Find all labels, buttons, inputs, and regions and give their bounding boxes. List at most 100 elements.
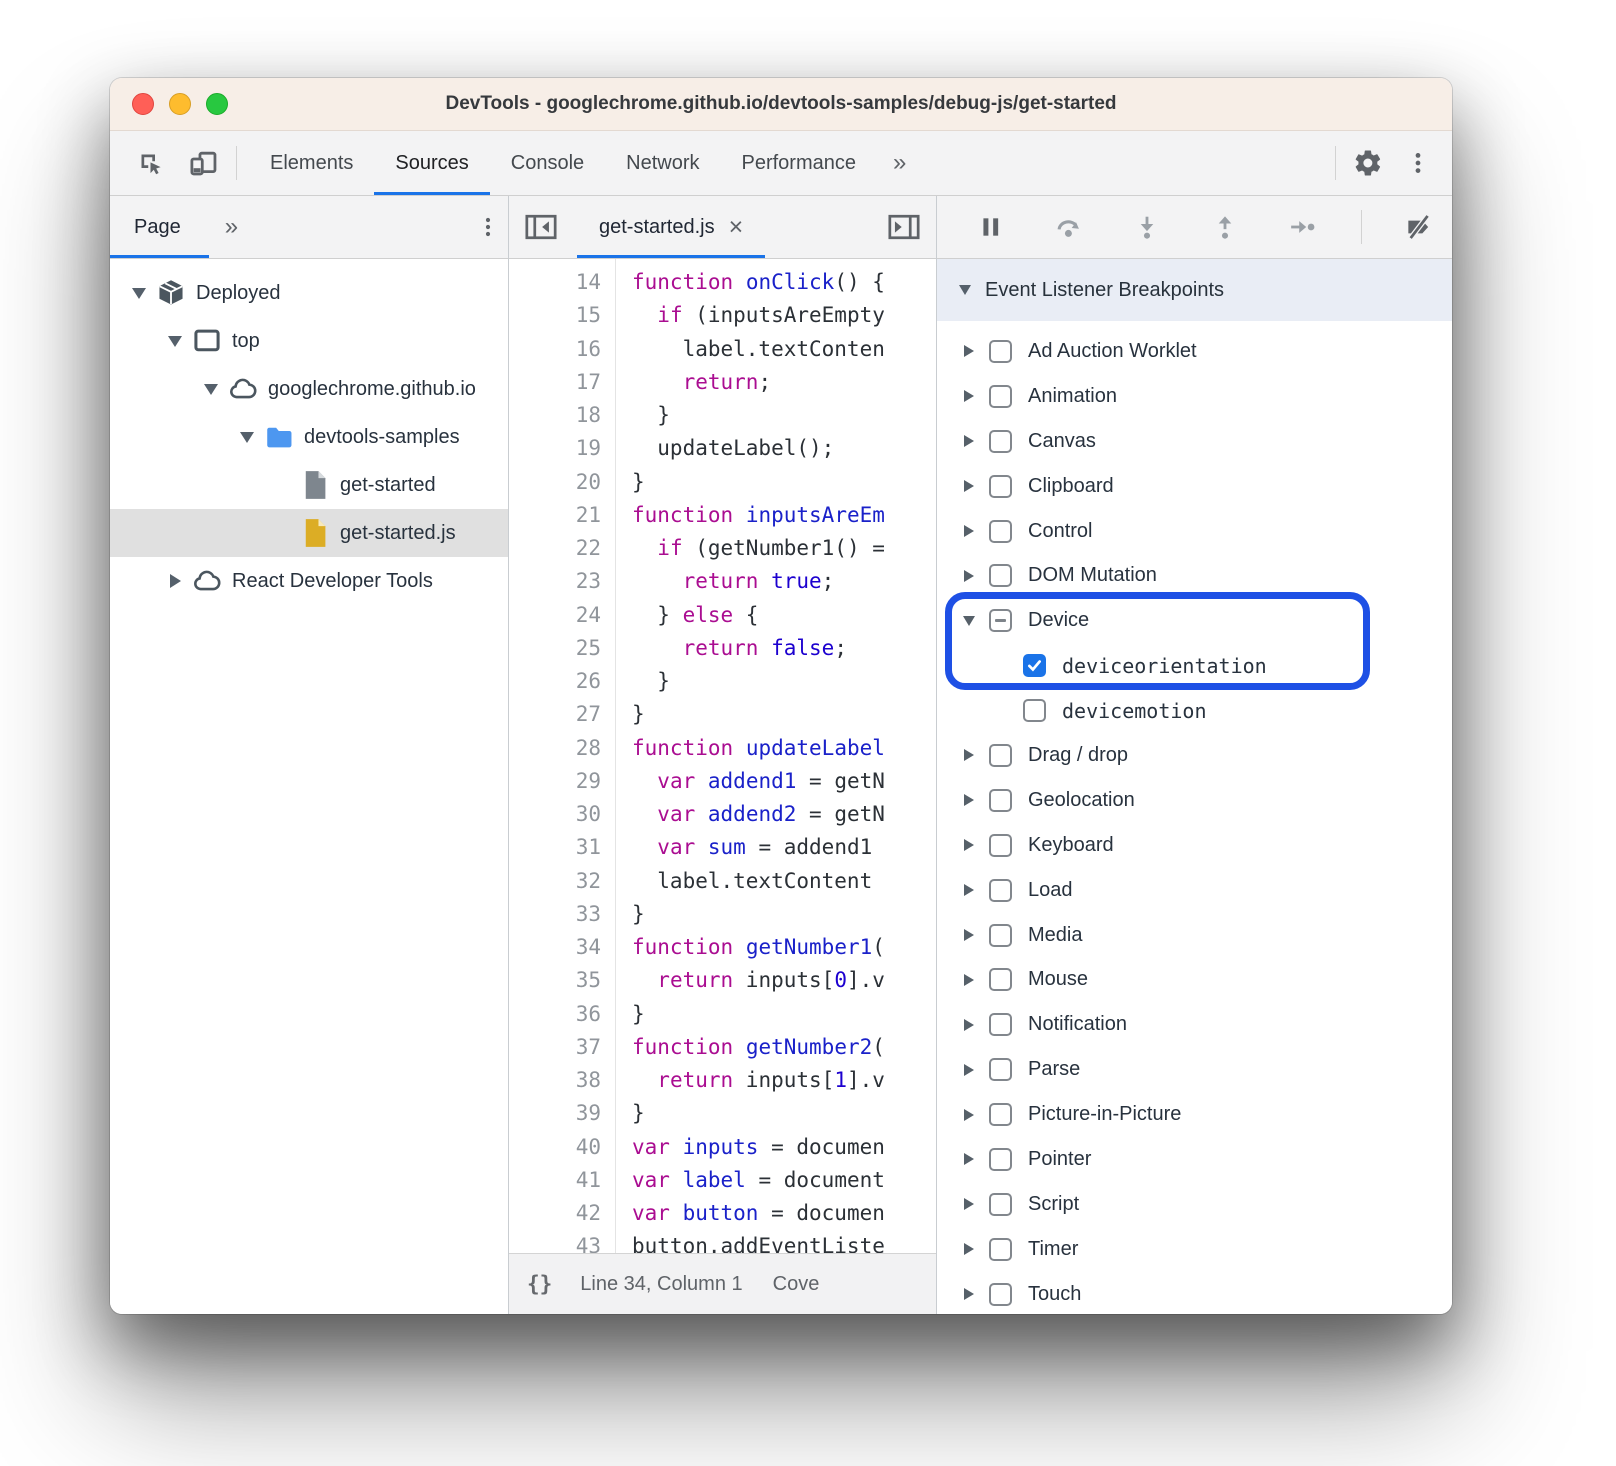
tab-performance[interactable]: Performance — [721, 131, 878, 195]
line-number[interactable]: 34 — [509, 931, 601, 964]
zoom-window-button[interactable] — [206, 93, 228, 115]
tab-console[interactable]: Console — [490, 131, 605, 195]
breakpoint-row-mouse[interactable]: Mouse — [937, 957, 1452, 1002]
checkbox-unchecked[interactable] — [989, 1103, 1012, 1126]
checkbox-unchecked[interactable] — [989, 385, 1012, 408]
breakpoint-row-geolocation[interactable]: Geolocation — [937, 778, 1452, 823]
checkbox-unchecked[interactable] — [989, 1148, 1012, 1171]
line-number-gutter[interactable]: 1415161718192021222324252627282930313233… — [509, 259, 616, 1314]
chevron-down-icon[interactable] — [234, 432, 260, 443]
breakpoint-row-ad-auction-worklet[interactable]: Ad Auction Worklet — [937, 329, 1452, 374]
collapse-section-icon[interactable] — [959, 285, 971, 295]
breakpoint-row-parse[interactable]: Parse — [937, 1047, 1452, 1092]
more-options-icon[interactable] — [1398, 143, 1438, 183]
line-number[interactable]: 17 — [509, 366, 601, 399]
settings-gear-icon[interactable] — [1348, 143, 1388, 183]
chevron-right-icon[interactable] — [957, 1019, 981, 1031]
inspect-icon[interactable] — [130, 143, 170, 183]
pretty-print-button[interactable]: {} — [527, 1272, 552, 1296]
breakpoint-row-drag-drop[interactable]: Drag / drop — [937, 733, 1452, 778]
line-number[interactable]: 32 — [509, 865, 601, 898]
line-number[interactable]: 20 — [509, 466, 601, 499]
checkbox-unchecked[interactable] — [989, 340, 1012, 363]
line-number[interactable]: 25 — [509, 632, 601, 665]
breakpoint-row-pointer[interactable]: Pointer — [937, 1137, 1452, 1182]
pause-icon[interactable] — [971, 207, 1011, 247]
checkbox-unchecked[interactable] — [1023, 699, 1046, 722]
checkbox-unchecked[interactable] — [989, 968, 1012, 991]
navigator-more-tabs-button[interactable]: » — [209, 213, 254, 241]
kebab-menu-icon[interactable] — [468, 207, 508, 247]
breakpoint-row-control[interactable]: Control — [937, 509, 1452, 554]
checkbox-unchecked[interactable] — [989, 475, 1012, 498]
tree-item-get-started-js[interactable]: get-started.js — [110, 509, 508, 557]
checkbox-unchecked[interactable] — [989, 1238, 1012, 1261]
line-number[interactable]: 40 — [509, 1131, 601, 1164]
breakpoint-row-script[interactable]: Script — [937, 1182, 1452, 1227]
line-number[interactable]: 33 — [509, 898, 601, 931]
breakpoint-row-touch[interactable]: Touch — [937, 1272, 1452, 1314]
checkbox-unchecked[interactable] — [989, 1283, 1012, 1306]
chevron-right-icon[interactable] — [957, 570, 981, 582]
tree-item-get-started[interactable]: get-started — [110, 461, 508, 509]
line-number[interactable]: 28 — [509, 732, 601, 765]
breakpoint-row-media[interactable]: Media — [937, 913, 1452, 958]
line-number[interactable]: 29 — [509, 765, 601, 798]
checkbox-unchecked[interactable] — [989, 520, 1012, 543]
checkbox-unchecked[interactable] — [989, 430, 1012, 453]
line-number[interactable]: 41 — [509, 1164, 601, 1197]
breakpoint-row-timer[interactable]: Timer — [937, 1227, 1452, 1272]
device-toolbar-icon[interactable] — [184, 143, 224, 183]
chevron-right-icon[interactable] — [957, 749, 981, 761]
checkbox-unchecked[interactable] — [989, 789, 1012, 812]
chevron-right-icon[interactable] — [957, 525, 981, 537]
line-number[interactable]: 37 — [509, 1031, 601, 1064]
more-panels-button[interactable]: » — [877, 149, 922, 177]
tab-sources[interactable]: Sources — [374, 131, 489, 195]
chevron-right-icon[interactable] — [957, 1288, 981, 1300]
chevron-right-icon[interactable] — [957, 1198, 981, 1210]
chevron-down-icon[interactable] — [162, 336, 188, 347]
line-number[interactable]: 24 — [509, 599, 601, 632]
breakpoint-row-load[interactable]: Load — [937, 868, 1452, 913]
checkbox-unchecked[interactable] — [989, 834, 1012, 857]
step-icon[interactable] — [1283, 207, 1323, 247]
chevron-right-icon[interactable] — [957, 435, 981, 447]
line-number[interactable]: 15 — [509, 299, 601, 332]
line-number[interactable]: 19 — [509, 432, 601, 465]
breakpoint-row-picture-in-picture[interactable]: Picture-in-Picture — [937, 1092, 1452, 1137]
tree-item-googlechrome-github-io[interactable]: googlechrome.github.io — [110, 365, 508, 413]
chevron-right-icon[interactable] — [957, 884, 981, 896]
line-number[interactable]: 42 — [509, 1197, 601, 1230]
tree-item-react-developer-tools[interactable]: React Developer Tools — [110, 557, 508, 605]
step-out-icon[interactable] — [1205, 207, 1245, 247]
breakpoint-row-animation[interactable]: Animation — [937, 374, 1452, 419]
line-number[interactable]: 23 — [509, 565, 601, 598]
breakpoint-row-clipboard[interactable]: Clipboard — [937, 464, 1452, 509]
chevron-right-icon[interactable] — [957, 1109, 981, 1121]
chevron-right-icon[interactable] — [162, 574, 188, 588]
line-number[interactable]: 26 — [509, 665, 601, 698]
checkbox-unchecked[interactable] — [989, 1058, 1012, 1081]
line-number[interactable]: 30 — [509, 798, 601, 831]
line-number[interactable]: 35 — [509, 964, 601, 997]
line-number[interactable]: 27 — [509, 698, 601, 731]
chevron-right-icon[interactable] — [957, 1153, 981, 1165]
panel-left-icon[interactable] — [521, 207, 561, 247]
line-number[interactable]: 36 — [509, 998, 601, 1031]
checkbox-unchecked[interactable] — [989, 924, 1012, 947]
tab-get-started-js[interactable]: get-started.js × — [577, 196, 765, 258]
line-number[interactable]: 18 — [509, 399, 601, 432]
chevron-right-icon[interactable] — [957, 794, 981, 806]
breakpoint-row-device[interactable]: Device — [937, 598, 1452, 643]
breakpoint-row-notification[interactable]: Notification — [937, 1002, 1452, 1047]
chevron-right-icon[interactable] — [957, 390, 981, 402]
chevron-right-icon[interactable] — [957, 1243, 981, 1255]
breakpoint-row-devicemotion[interactable]: devicemotion — [937, 688, 1452, 733]
line-number[interactable]: 38 — [509, 1064, 601, 1097]
line-number[interactable]: 31 — [509, 831, 601, 864]
deactivate-breakpoints-icon[interactable] — [1400, 207, 1440, 247]
line-number[interactable]: 22 — [509, 532, 601, 565]
breakpoint-row-deviceorientation[interactable]: deviceorientation — [937, 643, 1452, 688]
line-number[interactable]: 21 — [509, 499, 601, 532]
